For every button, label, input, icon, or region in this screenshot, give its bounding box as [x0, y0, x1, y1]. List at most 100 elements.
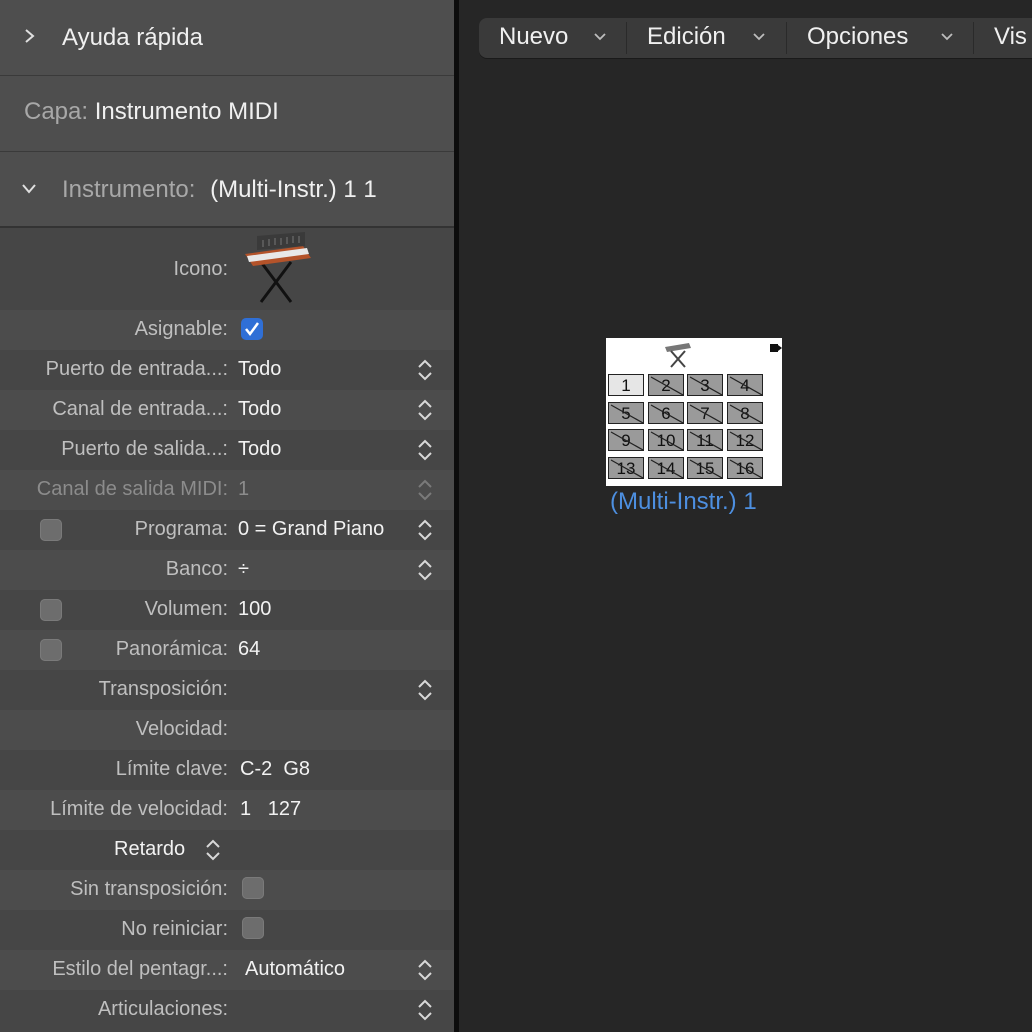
chevron-down-icon — [941, 33, 953, 41]
volume-checkbox[interactable] — [40, 599, 62, 621]
volume-label: Volumen: — [144, 598, 228, 620]
program-checkbox[interactable] — [40, 519, 62, 541]
synthesizer-icon[interactable] — [243, 232, 313, 304]
disabled-slash-icon — [610, 459, 643, 478]
transpose-label: Transposición: — [98, 678, 228, 700]
articulations-row[interactable]: Articulaciones: — [0, 990, 454, 1030]
staff-style-row[interactable]: Estilo del pentagr...: Automático — [0, 950, 454, 990]
channel-cell-15[interactable]: 15 — [687, 457, 723, 479]
velocity-limit-label: Límite de velocidad: — [50, 798, 228, 820]
input-channel-value[interactable]: Todo — [238, 398, 281, 421]
instrument-header[interactable]: Instrumento: (Multi-Instr.) 1 1 — [0, 152, 454, 228]
updown-arrows-icon[interactable] — [416, 518, 434, 542]
object-name-label[interactable]: (Multi-Instr.) 1 — [610, 488, 757, 516]
key-limit-label: Límite clave: — [115, 758, 228, 780]
bank-label: Banco: — [165, 558, 228, 580]
input-port-row[interactable]: Puerto de entrada...: Todo — [0, 350, 454, 390]
delay-row[interactable]: Retardo — [0, 830, 454, 870]
disabled-slash-icon — [650, 404, 683, 423]
bank-value[interactable]: ÷ — [238, 558, 249, 581]
channel-cell-16[interactable]: 16 — [727, 457, 763, 479]
disabled-slash-icon — [689, 404, 722, 423]
staff-style-value[interactable]: Automático — [245, 958, 345, 981]
disabled-slash-icon — [729, 431, 762, 450]
input-port-value[interactable]: Todo — [238, 358, 281, 381]
quick-help-header[interactable]: Ayuda rápida — [0, 0, 454, 76]
disabled-slash-icon — [689, 431, 722, 450]
pan-label: Panorámica: — [115, 638, 228, 660]
velocity-row[interactable]: Velocidad: — [0, 710, 454, 750]
assignable-checkbox[interactable] — [241, 318, 263, 340]
no-transpose-checkbox[interactable] — [242, 877, 264, 899]
articulations-label: Articulaciones: — [97, 998, 228, 1020]
program-value[interactable]: 0 = Grand Piano — [238, 518, 384, 541]
disabled-slash-icon — [689, 459, 722, 478]
output-port-icon[interactable] — [770, 342, 782, 354]
channel-cell-4[interactable]: 4 — [727, 374, 763, 396]
channel-cell-2[interactable]: 2 — [648, 374, 684, 396]
input-channel-row[interactable]: Canal de entrada...: Todo — [0, 390, 454, 430]
output-port-value[interactable]: Todo — [238, 438, 281, 461]
pan-checkbox[interactable] — [40, 639, 62, 661]
channel-cell-13[interactable]: 13 — [608, 457, 644, 479]
pan-value[interactable]: 64 — [238, 638, 260, 661]
no-reset-checkbox[interactable] — [242, 917, 264, 939]
updown-arrows-icon[interactable] — [416, 958, 434, 982]
midi-output-channel-label: Canal de salida MIDI: — [36, 478, 228, 500]
menu-opciones[interactable]: Opciones — [787, 18, 972, 58]
layer-value: Instrumento MIDI — [94, 98, 279, 125]
menu-toolbar: Nuevo Edición Opciones Vis — [479, 18, 1032, 58]
quick-help-title: Ayuda rápida — [62, 24, 203, 51]
no-reset-row[interactable]: No reiniciar: — [0, 910, 454, 950]
inspector-panel: Ayuda rápida Capa: Instrumento MIDI Inst… — [0, 0, 454, 1032]
input-port-label: Puerto de entrada...: — [45, 358, 228, 380]
pan-row[interactable]: Panorámica: 64 — [0, 630, 454, 670]
updown-arrows-icon[interactable] — [416, 678, 434, 702]
input-channel-label: Canal de entrada...: — [52, 398, 228, 420]
channel-cell-1[interactable]: 1 — [608, 374, 644, 396]
program-row[interactable]: Programa: 0 = Grand Piano — [0, 510, 454, 550]
disabled-slash-icon — [650, 459, 683, 478]
delay-popup[interactable]: Retardo — [114, 838, 185, 861]
environment-area[interactable]: Nuevo Edición Opciones Vis 1234567891011… — [459, 0, 1032, 1032]
channel-cell-8[interactable]: 8 — [727, 402, 763, 424]
transpose-row[interactable]: Transposición: — [0, 670, 454, 710]
updown-arrows-icon — [418, 479, 432, 501]
layer-label: Capa: Instrumento MIDI — [24, 98, 279, 126]
bank-row[interactable]: Banco: ÷ — [0, 550, 454, 590]
disabled-slash-icon — [650, 431, 683, 450]
key-limit-row[interactable]: Límite clave: C-2 G8 — [0, 750, 454, 790]
updown-arrows-icon[interactable] — [416, 398, 434, 422]
channel-cell-12[interactable]: 12 — [727, 429, 763, 451]
updown-arrows-icon[interactable] — [416, 998, 434, 1022]
channel-cell-7[interactable]: 7 — [687, 402, 723, 424]
updown-arrows-icon[interactable] — [204, 838, 222, 862]
menu-nuevo[interactable]: Nuevo — [479, 18, 626, 58]
multi-instrument-object[interactable]: 12345678910111213141516 — [606, 338, 782, 486]
velocity-limit-row[interactable]: Límite de velocidad: 1 127 — [0, 790, 454, 830]
chevron-down-icon — [594, 33, 606, 41]
updown-arrows-icon[interactable] — [416, 558, 434, 582]
velocity-limit-value[interactable]: 1 127 — [240, 798, 301, 821]
updown-arrows-icon[interactable] — [416, 358, 434, 382]
no-transpose-row[interactable]: Sin transposición: — [0, 870, 454, 910]
channel-cell-11[interactable]: 11 — [687, 429, 723, 451]
key-limit-value[interactable]: C-2 G8 — [240, 758, 310, 781]
chevron-down-icon — [753, 33, 765, 41]
menu-edicion-label: Edición — [647, 23, 726, 50]
disabled-slash-icon — [689, 376, 722, 395]
channel-cell-10[interactable]: 10 — [648, 429, 684, 451]
staff-style-label: Estilo del pentagr...: — [52, 958, 228, 980]
menu-edicion[interactable]: Edición — [627, 18, 785, 58]
channel-cell-5[interactable]: 5 — [608, 402, 644, 424]
menu-nuevo-label: Nuevo — [499, 23, 569, 50]
volume-value[interactable]: 100 — [238, 598, 271, 621]
channel-cell-14[interactable]: 14 — [648, 457, 684, 479]
channel-cell-3[interactable]: 3 — [687, 374, 723, 396]
updown-arrows-icon[interactable] — [416, 438, 434, 462]
channel-cell-9[interactable]: 9 — [608, 429, 644, 451]
menu-visualizacion[interactable]: Vis — [974, 18, 1032, 58]
volume-row[interactable]: Volumen: 100 — [0, 590, 454, 630]
output-port-row[interactable]: Puerto de salida...: Todo — [0, 430, 454, 470]
channel-cell-6[interactable]: 6 — [648, 402, 684, 424]
